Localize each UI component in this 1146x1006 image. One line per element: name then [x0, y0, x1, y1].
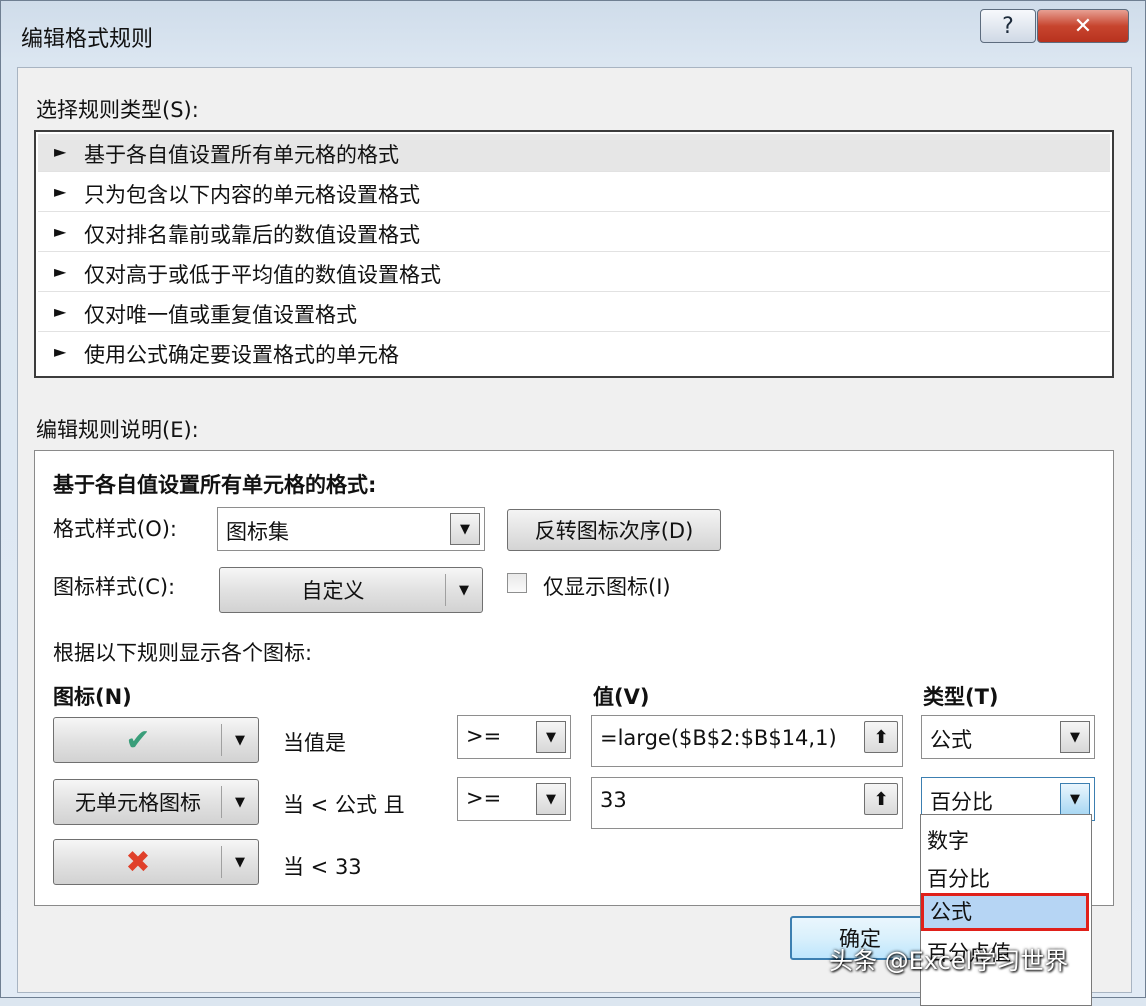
icon-style-value: 自定义 — [301, 579, 365, 603]
condition-text-row-1: 当值是 — [283, 731, 346, 755]
dropdown-option[interactable]: 百分比 — [927, 863, 990, 893]
rule-type-item-label: 仅对高于或低于平均值的数值设置格式 — [84, 263, 441, 287]
icon-style-label: 图标样式(C): — [53, 575, 176, 599]
chevron-down-icon[interactable]: ▼ — [446, 568, 482, 612]
chevron-down-icon[interactable]: ▼ — [222, 718, 258, 762]
show-icon-only-checkbox[interactable] — [507, 573, 527, 593]
format-style-label: 格式样式(O): — [53, 517, 177, 541]
condition-text-row-3: 当 < 33 — [283, 855, 362, 879]
type-dropdown-list[interactable]: 数字 百分比 公式 百分点值 — [920, 814, 1092, 1006]
chevron-down-icon[interactable]: ▼ — [222, 840, 258, 884]
chevron-down-icon[interactable]: ▼ — [536, 721, 566, 753]
value-input-row-2[interactable]: 33 ⬆ — [591, 777, 903, 829]
rule-type-item-label: 使用公式确定要设置格式的单元格 — [84, 343, 399, 367]
chevron-down-icon[interactable]: ▼ — [450, 513, 480, 545]
dialog-window: 编辑格式规则 ? ✕ 选择规则类型(S): ► 基于各自值设置所有单元格的格式 … — [0, 0, 1146, 1006]
format-style-select[interactable]: 图标集 ▼ — [217, 507, 485, 551]
value-text: 33 — [600, 788, 627, 812]
reverse-icon-order-button[interactable]: 反转图标次序(D) — [507, 509, 721, 551]
dialog-title: 编辑格式规则 — [21, 27, 154, 52]
value-input-row-1[interactable]: =large($B$2:$B$14,1) ⬆ — [591, 715, 903, 767]
title-bar: 编辑格式规则 ? ✕ — [1, 1, 1145, 67]
expand-arrow-icon: ► — [54, 182, 67, 201]
edit-rule-label: 编辑规则说明(E): — [36, 418, 199, 442]
rule-heading: 基于各自值设置所有单元格的格式: — [53, 473, 377, 497]
operator-value: >= — [466, 786, 502, 810]
type-column-header: 类型(T) — [923, 685, 999, 709]
help-button[interactable]: ? — [980, 9, 1036, 43]
rule-type-item[interactable]: ► 基于各自值设置所有单元格的格式 — [38, 134, 1110, 172]
type-value: 公式 — [930, 728, 972, 752]
icon-select-row-1[interactable]: ✔ ▼ — [53, 717, 259, 763]
rule-type-item[interactable]: ► 使用公式确定要设置格式的单元格 — [38, 334, 1110, 372]
chevron-down-icon[interactable]: ▼ — [222, 780, 258, 824]
chevron-down-icon[interactable]: ▼ — [1060, 721, 1090, 753]
icon-select-row-3[interactable]: ✖ ▼ — [53, 839, 259, 885]
no-icon-label: 无单元格图标 — [75, 791, 201, 815]
icon-style-select[interactable]: 自定义 ▼ — [219, 567, 483, 613]
rule-type-item[interactable]: ► 只为包含以下内容的单元格设置格式 — [38, 174, 1110, 212]
show-icon-only-label: 仅显示图标(I) — [543, 575, 671, 599]
rules-intro-text: 根据以下规则显示各个图标: — [53, 641, 313, 665]
chevron-down-icon[interactable]: ▼ — [536, 783, 566, 815]
expand-arrow-icon: ► — [54, 342, 67, 361]
rule-type-item-label: 仅对排名靠前或靠后的数值设置格式 — [84, 223, 420, 247]
cross-icon: ✖ — [125, 844, 151, 880]
rule-type-item-label: 基于各自值设置所有单元格的格式 — [84, 143, 399, 167]
expand-arrow-icon: ► — [54, 222, 67, 241]
expand-arrow-icon: ► — [54, 302, 67, 321]
value-text: =large($B$2:$B$14,1) — [600, 726, 837, 750]
icon-column-header: 图标(N) — [53, 685, 132, 709]
rule-type-item[interactable]: ► 仅对排名靠前或靠后的数值设置格式 — [38, 214, 1110, 252]
close-button[interactable]: ✕ — [1037, 9, 1129, 43]
operator-value: >= — [466, 724, 502, 748]
rule-type-item[interactable]: ► 仅对唯一值或重复值设置格式 — [38, 294, 1110, 332]
dropdown-option[interactable]: 数字 — [927, 825, 969, 855]
icon-select-row-2[interactable]: 无单元格图标 ▼ — [53, 779, 259, 825]
watermark: 头条 @Excel学习世界 — [829, 947, 1069, 975]
dialog-body: 选择规则类型(S): ► 基于各自值设置所有单元格的格式 ► 只为包含以下内容的… — [17, 67, 1132, 1006]
dropdown-option-highlighted[interactable]: 公式 — [921, 893, 1089, 931]
rule-type-item-label: 只为包含以下内容的单元格设置格式 — [84, 183, 420, 207]
operator-select-row-1[interactable]: >= ▼ — [457, 715, 571, 759]
type-select-row-1[interactable]: 公式 ▼ — [921, 715, 1095, 759]
type-value: 百分比 — [930, 790, 993, 814]
check-icon: ✔ — [125, 722, 151, 758]
rule-type-item-label: 仅对唯一值或重复值设置格式 — [84, 303, 357, 327]
format-style-value: 图标集 — [226, 520, 289, 544]
rule-type-label: 选择规则类型(S): — [36, 98, 199, 122]
condition-text-row-2: 当 < 公式 且 — [283, 793, 405, 817]
chevron-down-icon[interactable]: ▼ — [1060, 783, 1090, 815]
value-column-header: 值(V) — [593, 685, 650, 709]
range-select-icon[interactable]: ⬆ — [864, 721, 898, 753]
expand-arrow-icon: ► — [54, 262, 67, 281]
expand-arrow-icon: ► — [54, 142, 67, 161]
range-select-icon[interactable]: ⬆ — [864, 783, 898, 815]
rule-type-list[interactable]: ► 基于各自值设置所有单元格的格式 ► 只为包含以下内容的单元格设置格式 ► 仅… — [34, 130, 1114, 378]
operator-select-row-2[interactable]: >= ▼ — [457, 777, 571, 821]
rule-type-item[interactable]: ► 仅对高于或低于平均值的数值设置格式 — [38, 254, 1110, 292]
